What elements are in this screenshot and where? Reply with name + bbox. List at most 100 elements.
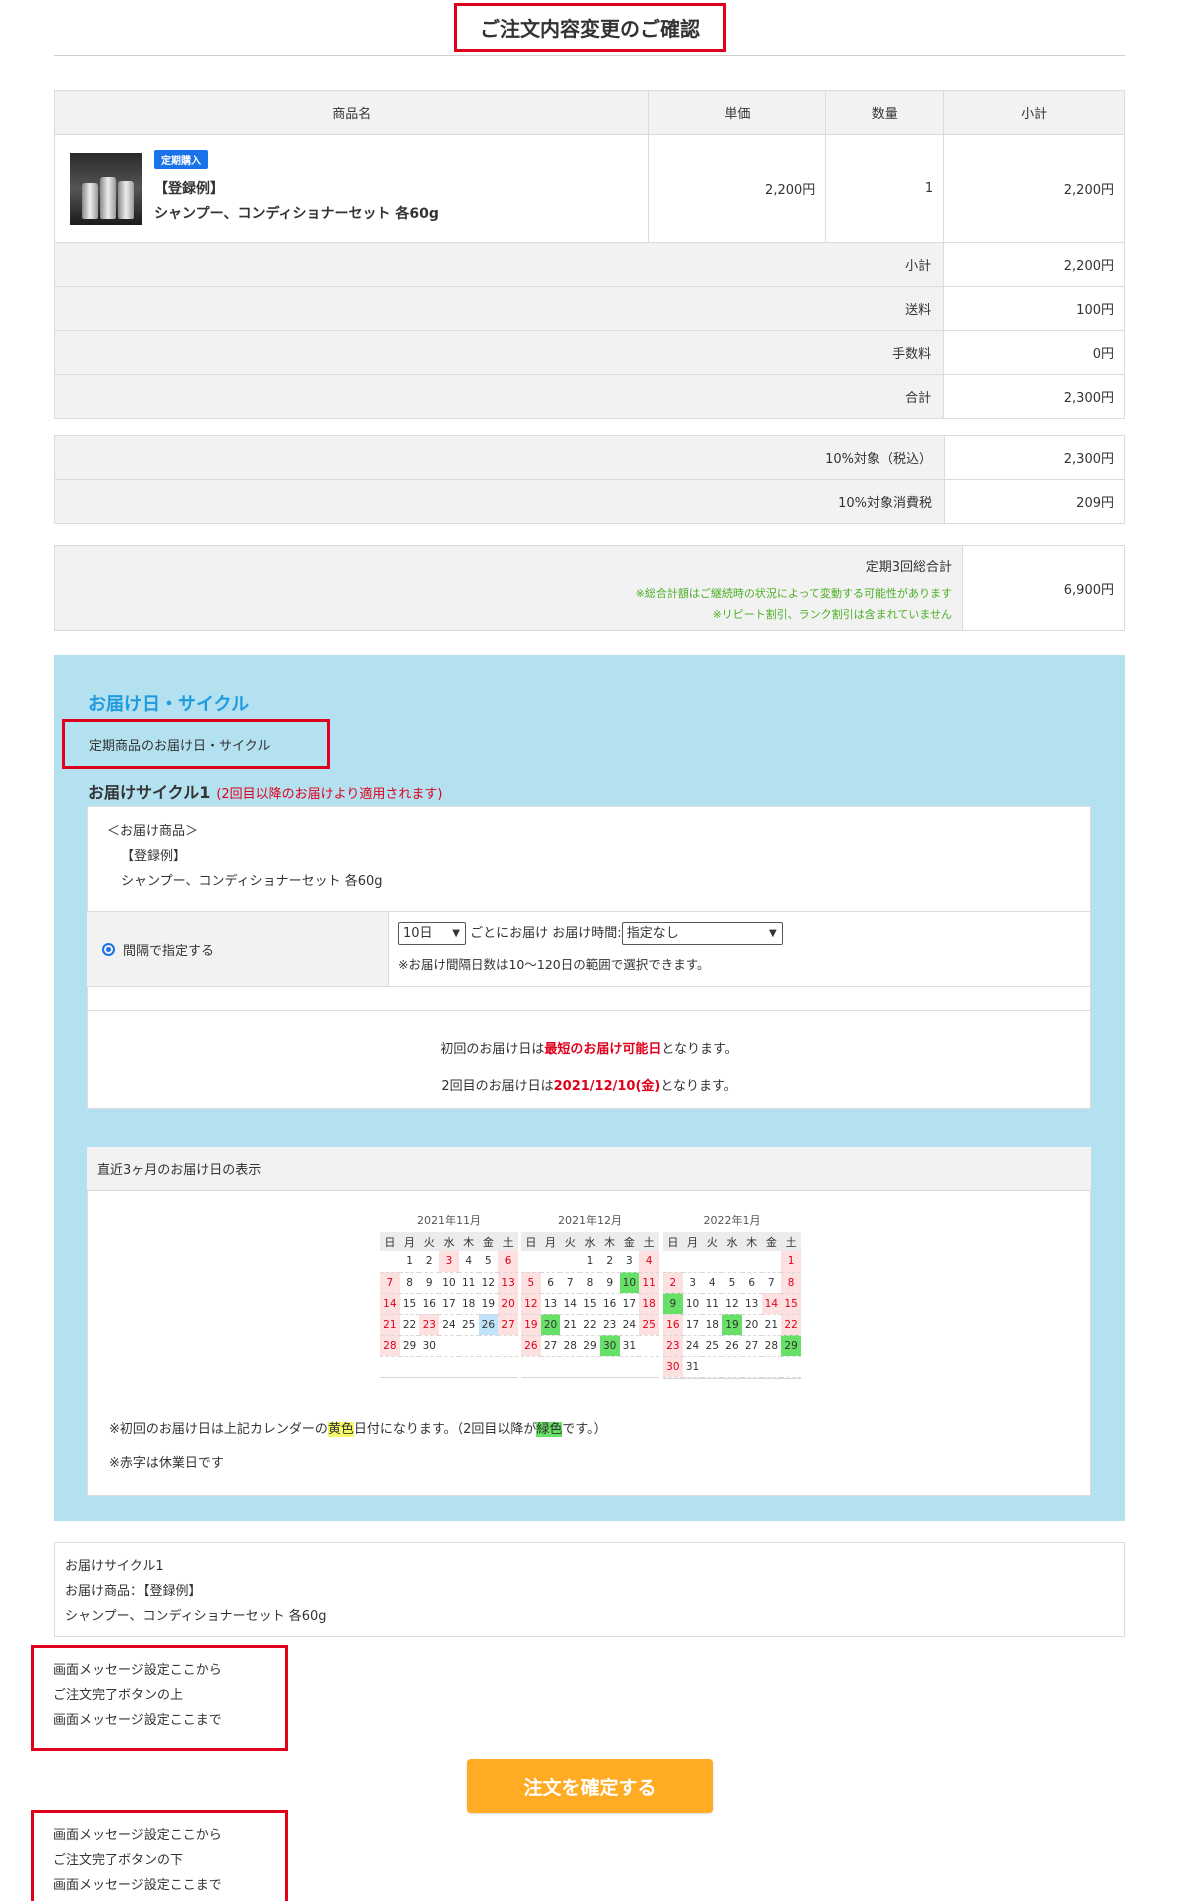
- calendar-day: 26: [478, 1314, 499, 1336]
- message-bottom-line1: 画面メッセージ設定ここから: [53, 1828, 222, 1843]
- cycle-products: ＜お届け商品＞ 【登録例】 シャンプー、コンディショナーセット 各60g: [107, 819, 383, 894]
- calendar-note1-mid: 日付になります。（2回目以降が: [353, 1422, 537, 1437]
- calendar-day: 1: [580, 1251, 600, 1273]
- calendar-day: 31: [619, 1335, 640, 1357]
- delivery-dates-info: 初回のお届け日は最短のお届け可能日となります。 2回目のお届け日は2021/12…: [87, 1010, 1091, 1109]
- calendar-heading: 直近3ヶ月のお届け日の表示: [87, 1147, 1091, 1191]
- calendar-day: 15: [781, 1293, 801, 1315]
- calendar-empty-cell: [781, 1356, 801, 1378]
- calendar-weekday: 金: [619, 1232, 640, 1251]
- calendar-day: 21: [560, 1314, 581, 1336]
- interval-days-select[interactable]: 10日 ▼: [398, 922, 466, 945]
- delivery-summary-box: お届けサイクル1 お届け商品：【登録例】 シャンプー、コンディショナーセット 各…: [54, 1542, 1125, 1637]
- calendar-note2: ※赤字は休業日です: [109, 1456, 224, 1471]
- calendar-weekday: 月: [540, 1232, 561, 1251]
- product-cell: 定期購入 【登録例】 シャンプー、コンディショナーセット 各60g: [53, 134, 650, 243]
- calendar-day: 17: [619, 1293, 640, 1315]
- calendar-day: 30: [599, 1335, 620, 1357]
- calendar-day: 27: [540, 1335, 561, 1357]
- summary-value: 100円: [943, 286, 1125, 331]
- calendar-day: 13: [540, 1293, 561, 1315]
- confirm-order-button[interactable]: 注文を確定する: [467, 1759, 713, 1813]
- calendar-day: 22: [781, 1314, 801, 1336]
- calendar-day: 18: [702, 1314, 723, 1336]
- summary-row-total: 合計 2,300円: [53, 374, 1125, 419]
- subscription-total-value: 6,900円: [1063, 582, 1114, 598]
- first-delivery-pre: 初回のお届け日は: [440, 1042, 545, 1057]
- calendar-day: 25: [702, 1335, 723, 1357]
- second-delivery-date: 2021/12/10(金): [553, 1079, 661, 1094]
- message-top-line3: 画面メッセージ設定ここまで: [53, 1713, 222, 1728]
- delivery-time-select[interactable]: 指定なし ▼: [621, 922, 783, 945]
- calendar-empty-cell: [702, 1251, 723, 1273]
- subscription-total-note1: ※総合計額はご継続時の状況によって変動する可能性があります: [635, 587, 952, 600]
- page-title: ご注文内容変更のご確認: [454, 3, 726, 52]
- summary-label: 小計: [53, 242, 945, 287]
- calendar-empty-cell: [639, 1335, 659, 1357]
- interval-radio-label: 間隔で指定する: [123, 943, 215, 959]
- calendar-weekday: 水: [439, 1232, 459, 1251]
- calendar-day: 23: [419, 1314, 440, 1336]
- calendar-empty-cell: [521, 1251, 541, 1273]
- calendar-grid: 日月火水木金土 1 2 3 4 5 6 7 8 9 10 11 12 13 14 15 16 17 18 19 20 21…: [380, 1232, 518, 1357]
- calendar-empty-cell: [761, 1356, 782, 1378]
- calendar-footer-rule: [521, 1376, 659, 1378]
- tax-label: 10%対象（税込）: [54, 435, 945, 480]
- calendar-day: 9: [419, 1272, 440, 1294]
- calendar-weekday: 金: [478, 1232, 499, 1251]
- products-label: ＜お届け商品＞: [107, 824, 199, 839]
- calendar-weekday: 金: [761, 1232, 782, 1251]
- summary-line3: シャンプー、コンディショナーセット 各60g: [65, 1609, 327, 1624]
- message-bottom-line3: 画面メッセージ設定ここまで: [53, 1878, 222, 1893]
- calendar-month-caption: 2021年11月: [417, 1214, 481, 1227]
- calendar-day: 23: [599, 1314, 620, 1336]
- interval-radio[interactable]: [102, 942, 115, 956]
- calendar-weekday: 木: [741, 1232, 762, 1251]
- calendar-day: 16: [419, 1293, 440, 1315]
- calendar-day: 21: [380, 1314, 400, 1336]
- calendar-empty-cell: [722, 1251, 742, 1273]
- summary-row-fee: 手数料 0円: [53, 330, 1125, 375]
- calendar-day: 3: [439, 1251, 459, 1273]
- calendar-day: 6: [498, 1251, 518, 1273]
- calendar-day: 10: [682, 1293, 703, 1315]
- cycle-title: お届けサイクル1: [88, 783, 211, 802]
- calendar-day: 29: [580, 1335, 600, 1357]
- first-delivery-post: となります。: [661, 1042, 738, 1057]
- interval-row: 間隔で指定する 10日 ▼ ごとにお届け お届け時間: 指定なし ▼ ※お届け間隔日数…: [87, 911, 1091, 987]
- calendar-day: 9: [663, 1293, 683, 1315]
- cycle-note: (2回目以降のお届けより適用されます): [216, 787, 443, 802]
- summary-line1: お届けサイクル1: [65, 1559, 164, 1574]
- calendar-grid: 日月火水木金土 1 2 3 4 5 6 7 8 9 10 11 12 13 14 15 16 17 18 19 20 21…: [663, 1232, 801, 1378]
- calendar-day: 14: [560, 1293, 581, 1315]
- summary-value: 0円: [943, 330, 1125, 375]
- calendar-day: 2: [599, 1251, 620, 1273]
- calendar-day: 28: [560, 1335, 581, 1357]
- calendar-day: 5: [722, 1272, 742, 1294]
- calendar-day: 18: [458, 1293, 479, 1315]
- summary-row-subtotal: 小計 2,200円: [53, 242, 1125, 287]
- calendar-day: 28: [380, 1335, 400, 1357]
- calendar-day: 10: [439, 1272, 459, 1294]
- calendar-note1-pre: ※初回のお届け日は上記カレンダーの: [109, 1422, 328, 1437]
- calendar-day: 10: [619, 1272, 640, 1294]
- interval-radio-option[interactable]: 間隔で指定する: [87, 912, 389, 986]
- calendar-note1-green: 緑色: [536, 1422, 563, 1437]
- page-title-text: ご注文内容変更のご確認: [480, 17, 700, 41]
- order-table: 商品名 単価 数量 小計 定期購入 【登録例】 シャンプー、コンディショナーセッ…: [53, 90, 1125, 419]
- calendar-day: 13: [741, 1293, 762, 1315]
- screen-message-bottom: 画面メッセージ設定ここから ご注文完了ボタンの下 画面メッセージ設定ここまで: [31, 1810, 288, 1901]
- calendar-month: 2021年11月日月火水木金土 1 2 3 4 5 6 7 8 9 10 11 12 13 14 15 16 17…: [380, 1210, 518, 1378]
- tax-value: 209円: [944, 479, 1125, 524]
- calendar-month-caption: 2021年12月: [558, 1214, 622, 1227]
- calendar-day: 20: [540, 1314, 561, 1336]
- calendar-weekday: 水: [722, 1232, 742, 1251]
- calendar-day: 14: [380, 1293, 400, 1315]
- header-unit-price: 単価: [648, 90, 827, 135]
- second-delivery-text: 2回目のお届け日は2021/12/10(金)となります。: [87, 1068, 1091, 1105]
- calendar-weekday: 日: [380, 1232, 400, 1251]
- calendar-month: 2021年12月日月火水木金土 1 2 3 4 5 6 7 8 9 10 11 12 13 14 15 16 17…: [521, 1210, 659, 1378]
- calendar-day: 27: [741, 1335, 762, 1357]
- tax-table: 10%対象（税込） 2,300円 10%対象消費税 209円: [54, 435, 1125, 524]
- calendar-day: 29: [399, 1335, 420, 1357]
